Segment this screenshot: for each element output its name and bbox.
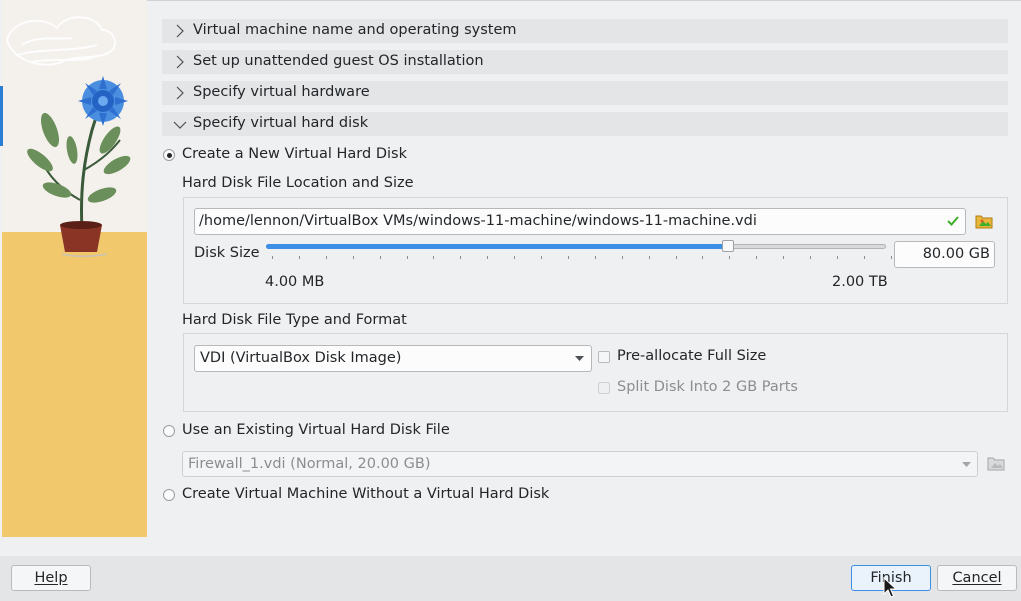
- slider-tick: [541, 256, 542, 259]
- window-top-border: [147, 0, 1021, 1]
- help-button-label: Help: [34, 570, 68, 586]
- slider-tick: [567, 256, 569, 259]
- folder-open-icon[interactable]: [975, 212, 993, 230]
- chevron-right-icon: [176, 24, 184, 38]
- slider-tick: [514, 256, 516, 259]
- combo-arrow-icon: [962, 462, 971, 467]
- slider-tick: [298, 256, 300, 259]
- section-name-and-os[interactable]: Virtual machine name and operating syste…: [162, 19, 1008, 43]
- slider-max-label: 2.00 TB: [832, 274, 888, 290]
- disk-path-value: /home/lennon/VirtualBox VMs/windows-11-m…: [199, 213, 757, 229]
- slider-tick: [675, 256, 677, 259]
- disk-format-combobox[interactable]: VDI (VirtualBox Disk Image): [194, 345, 592, 372]
- folder-open-icon[interactable]: [987, 455, 1005, 472]
- chevron-down-icon: [173, 121, 187, 129]
- mouse-cursor-icon: [883, 577, 897, 598]
- split-disk-label[interactable]: Split Disk Into 2 GB Parts: [617, 379, 798, 395]
- section-label: Virtual machine name and operating syste…: [193, 22, 517, 38]
- existing-disk-value: Firewall_1.vdi (Normal, 20.00 GB): [188, 456, 431, 472]
- slider-tick: [783, 256, 785, 259]
- create-new-disk-radio[interactable]: [163, 149, 175, 161]
- slider-tick: [621, 256, 623, 259]
- no-disk-label[interactable]: Create Virtual Machine Without a Virtual…: [182, 486, 549, 502]
- cancel-button-label: Cancel: [952, 570, 1002, 586]
- preallocate-label[interactable]: Pre-allocate Full Size: [617, 348, 766, 364]
- sidebar-selection-indicator: [0, 86, 3, 146]
- existing-disk-combobox[interactable]: Firewall_1.vdi (Normal, 20.00 GB): [182, 451, 978, 477]
- slider-tick: [460, 256, 462, 259]
- slider-tick: [487, 256, 489, 259]
- check-icon: [947, 216, 959, 226]
- disk-size-label: Disk Size: [194, 245, 260, 261]
- section-unattended-install[interactable]: Set up unattended guest OS installation: [162, 50, 1008, 74]
- disk-size-slider-fill: [266, 244, 728, 249]
- disk-size-field[interactable]: 80.00 GB: [894, 241, 995, 268]
- disk-format-value: VDI (VirtualBox Disk Image): [200, 350, 402, 366]
- chevron-right-icon: [176, 55, 184, 69]
- chevron-right-icon: [176, 86, 184, 100]
- slider-tick: [756, 256, 758, 259]
- cancel-button[interactable]: Cancel: [937, 565, 1017, 591]
- slider-tick: [325, 256, 327, 259]
- slider-tick: [272, 256, 273, 259]
- combo-arrow-icon: [575, 356, 584, 361]
- slider-tick: [379, 256, 381, 259]
- slider-tick: [648, 256, 650, 259]
- disk-size-slider-handle[interactable]: [721, 240, 734, 252]
- use-existing-disk-radio[interactable]: [163, 425, 175, 437]
- wizard-illustration: [2, 0, 147, 537]
- disk-path-field[interactable]: /home/lennon/VirtualBox VMs/windows-11-m…: [194, 208, 966, 235]
- slider-tick: [702, 256, 704, 259]
- no-disk-radio[interactable]: [163, 489, 175, 501]
- type-group-title: Hard Disk File Type and Format: [182, 312, 407, 328]
- use-existing-disk-label[interactable]: Use an Existing Virtual Hard Disk File: [182, 422, 450, 438]
- slider-tick: [406, 256, 408, 259]
- split-disk-checkbox[interactable]: [598, 382, 610, 394]
- section-virtual-hard-disk[interactable]: Specify virtual hard disk: [162, 112, 1008, 136]
- help-button[interactable]: Help: [11, 565, 91, 591]
- slider-tick: [433, 256, 435, 259]
- section-virtual-hardware[interactable]: Specify virtual hardware: [162, 81, 1008, 105]
- section-label: Specify virtual hard disk: [193, 115, 369, 131]
- slider-tick: [890, 256, 892, 259]
- slider-tick: [729, 256, 731, 259]
- section-label: Set up unattended guest OS installation: [193, 53, 484, 69]
- section-label: Specify virtual hardware: [193, 84, 370, 100]
- slider-tick: [810, 256, 811, 259]
- slider-tick: [352, 256, 354, 259]
- disk-size-value: 80.00 GB: [922, 246, 990, 262]
- slider-tick: [594, 256, 596, 259]
- location-group-title: Hard Disk File Location and Size: [182, 175, 414, 191]
- slider-tick: [863, 256, 865, 259]
- preallocate-checkbox[interactable]: [598, 351, 610, 363]
- create-new-disk-label[interactable]: Create a New Virtual Hard Disk: [182, 146, 407, 162]
- slider-tick: [836, 256, 838, 259]
- slider-min-label: 4.00 MB: [265, 274, 325, 290]
